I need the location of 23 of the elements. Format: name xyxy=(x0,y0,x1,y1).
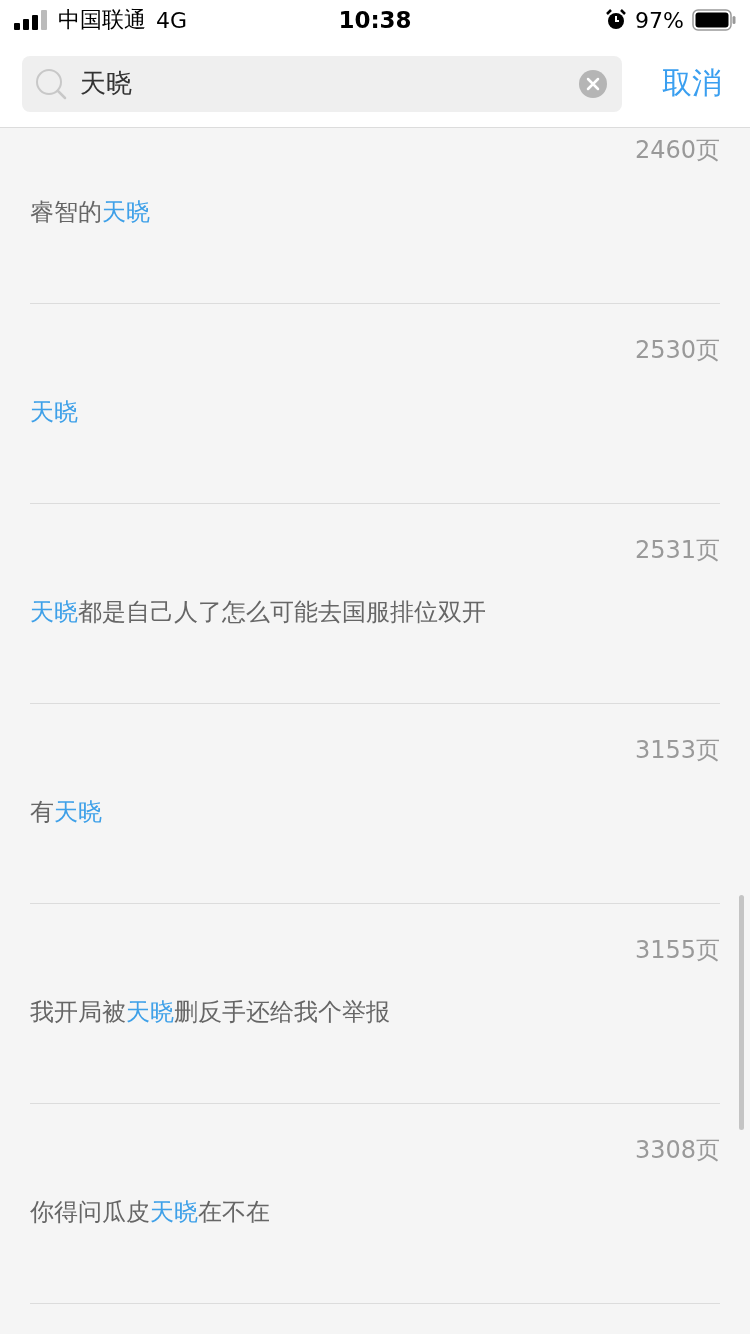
page-number: 2530页 xyxy=(634,335,720,366)
page-number: 3308页 xyxy=(634,1135,720,1166)
clock-time: 10:38 xyxy=(338,7,412,33)
alarm-clock-icon xyxy=(605,9,628,31)
battery-icon xyxy=(692,9,736,31)
result-text[interactable]: 睿智的天晓 xyxy=(30,196,720,228)
network-type: 4G xyxy=(156,7,188,33)
result-text[interactable]: 我开局被天晓删反手还给我个举报 xyxy=(30,996,720,1028)
search-field[interactable]: 天晓 xyxy=(22,55,622,112)
search-icon xyxy=(34,66,68,101)
search-input[interactable]: 天晓 xyxy=(80,68,566,99)
battery-percent: 97% xyxy=(635,7,684,33)
page-number: 2460页 xyxy=(634,135,720,166)
page-number: 3155页 xyxy=(634,935,720,966)
signal-icon xyxy=(14,10,48,30)
result-text[interactable]: 你得问瓜皮天晓在不在 xyxy=(30,1196,720,1228)
page-number: 2531页 xyxy=(634,535,720,566)
cancel-button[interactable]: 取消 xyxy=(662,63,722,104)
page-number: 3153页 xyxy=(634,735,720,766)
carrier-name: 中国联通 xyxy=(58,6,146,34)
result-text[interactable]: 天晓都是自己人了怎么可能去国服排位双开 xyxy=(30,596,720,628)
result-text[interactable]: 有天晓 xyxy=(30,796,720,828)
clear-icon[interactable] xyxy=(578,68,608,99)
